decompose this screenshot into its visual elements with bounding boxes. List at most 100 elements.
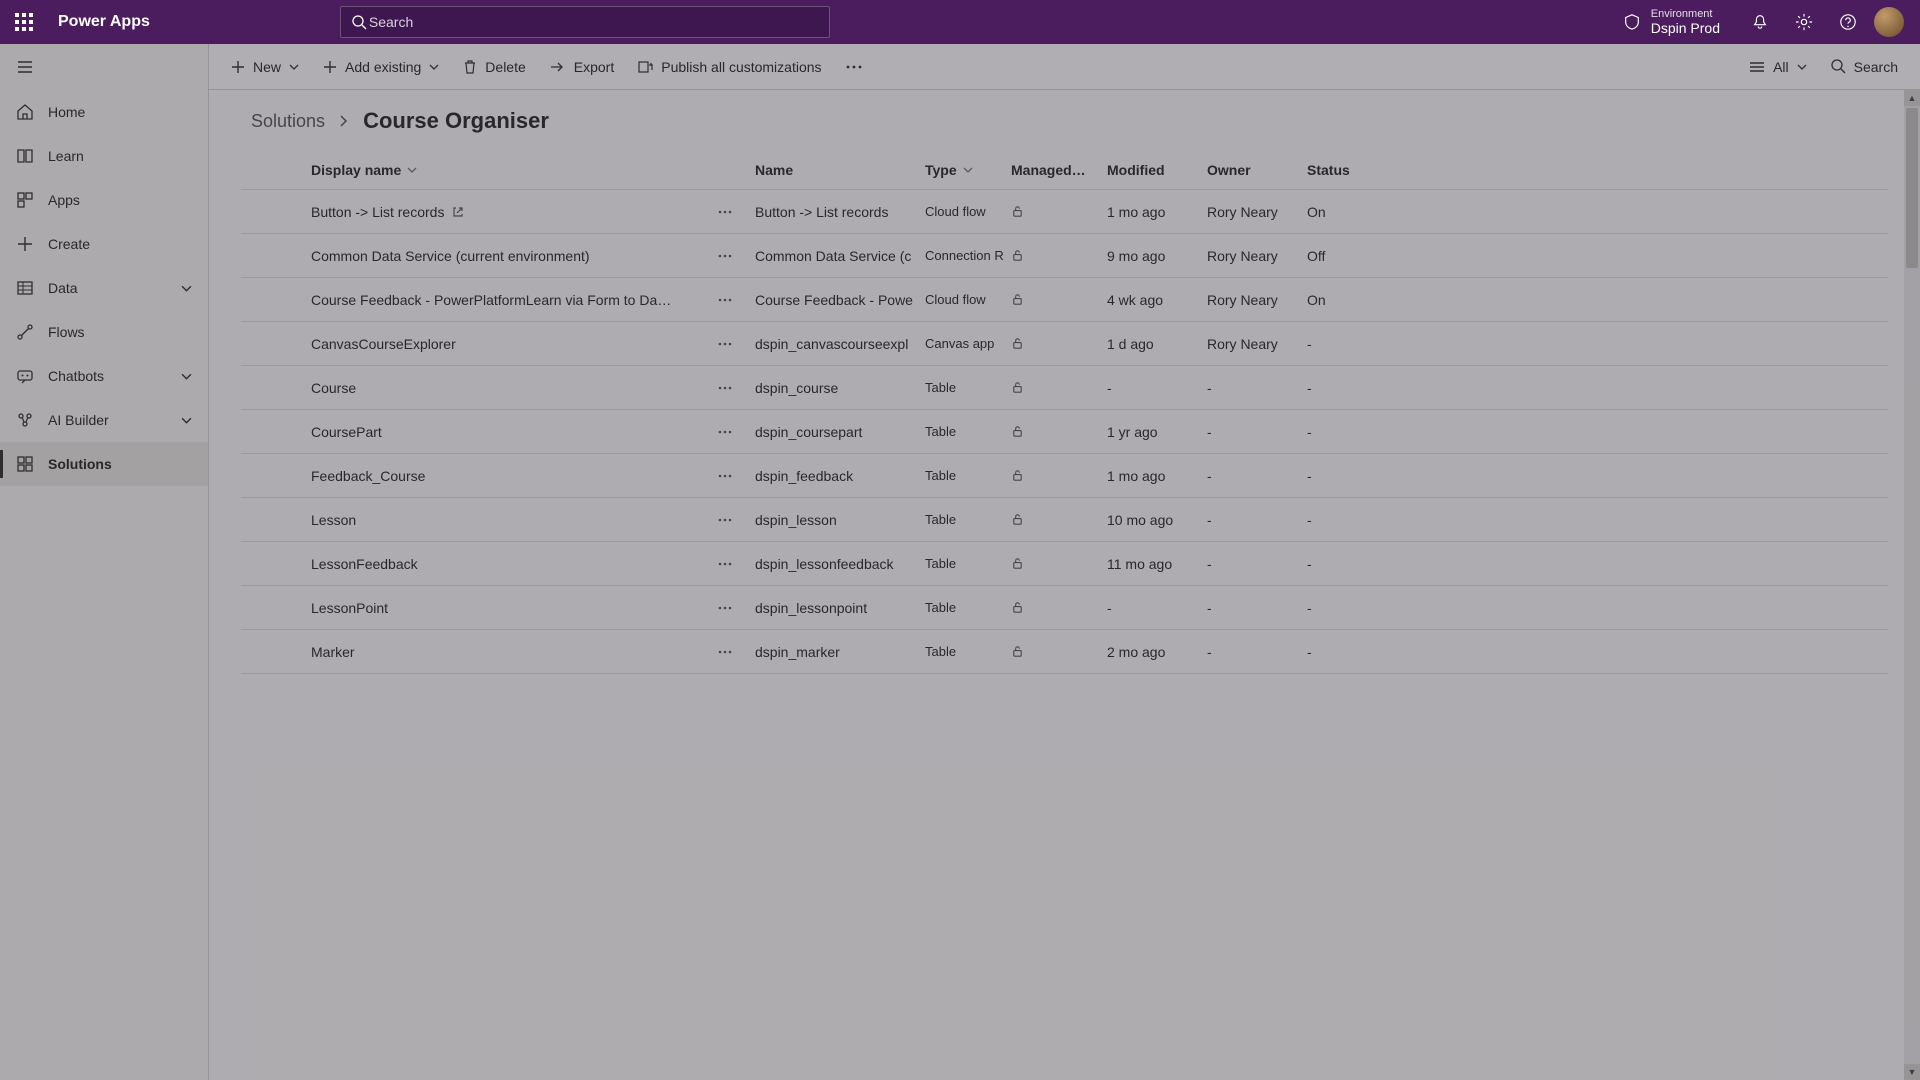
table-row[interactable]: Markerdspin_markerTable2 mo ago-- xyxy=(241,630,1888,674)
cell-name: Common Data Service (c xyxy=(747,248,917,264)
table-row[interactable]: Coursedspin_courseTable--- xyxy=(241,366,1888,410)
display-name-link[interactable]: CoursePart xyxy=(311,424,382,440)
scrollbar-up[interactable]: ▲ xyxy=(1904,90,1920,106)
help-icon xyxy=(1839,13,1857,31)
cell-managed xyxy=(1003,469,1099,482)
cell-modified: 9 mo ago xyxy=(1099,248,1199,264)
row-more-button[interactable] xyxy=(711,462,739,490)
scrollbar-down[interactable]: ▼ xyxy=(1904,1064,1920,1080)
cell-status: - xyxy=(1299,468,1389,484)
col-status[interactable]: Status xyxy=(1299,162,1389,178)
display-name-link[interactable]: Feedback_Course xyxy=(311,468,425,484)
cell-display-name: Marker xyxy=(303,638,747,666)
nav-item-chatbots[interactable]: Chatbots xyxy=(0,354,208,398)
cell-modified: - xyxy=(1099,380,1199,396)
nav-item-learn[interactable]: Learn xyxy=(0,134,208,178)
cell-owner: - xyxy=(1199,380,1299,396)
display-name-link[interactable]: LessonPoint xyxy=(311,600,388,616)
cmd-export[interactable]: Export xyxy=(540,49,624,85)
cmd-new[interactable]: New xyxy=(221,49,309,85)
cell-status: - xyxy=(1299,380,1389,396)
table-row[interactable]: Button -> List recordsButton -> List rec… xyxy=(241,190,1888,234)
col-owner-label: Owner xyxy=(1207,162,1251,178)
row-more-button[interactable] xyxy=(711,550,739,578)
help-button[interactable] xyxy=(1826,0,1870,44)
cell-status: On xyxy=(1299,204,1389,220)
row-more-button[interactable] xyxy=(711,286,739,314)
cmd-filter[interactable]: All xyxy=(1739,49,1817,85)
nav-item-apps[interactable]: Apps xyxy=(0,178,208,222)
display-name-link[interactable]: CanvasCourseExplorer xyxy=(311,336,456,352)
display-name-link[interactable]: Course Feedback - PowerPlatformLearn via… xyxy=(311,292,671,308)
global-search[interactable] xyxy=(340,6,830,38)
display-name-link[interactable]: LessonFeedback xyxy=(311,556,418,572)
breadcrumb-parent[interactable]: Solutions xyxy=(251,111,325,132)
scrollbar-thumb[interactable] xyxy=(1906,108,1918,268)
chevron-right-icon xyxy=(339,115,349,127)
global-search-input[interactable] xyxy=(367,13,819,31)
display-name-link[interactable]: Common Data Service (current environment… xyxy=(311,248,590,264)
cmd-add-existing[interactable]: Add existing xyxy=(313,49,449,85)
row-more-button[interactable] xyxy=(711,506,739,534)
row-more-button[interactable] xyxy=(711,594,739,622)
nav-item-data[interactable]: Data xyxy=(0,266,208,310)
nav-item-home[interactable]: Home xyxy=(0,90,208,134)
chevron-down-icon xyxy=(1797,62,1807,72)
table-row[interactable]: CoursePartdspin_coursepartTable1 yr ago-… xyxy=(241,410,1888,454)
chevron-down-icon xyxy=(289,62,299,72)
display-name-link[interactable]: Button -> List records xyxy=(311,204,444,220)
col-name-label: Name xyxy=(755,162,793,178)
content-pane: New Add existing Delete Export Publish a… xyxy=(209,44,1920,1080)
chevron-down-icon xyxy=(407,165,417,175)
row-more-button[interactable] xyxy=(711,242,739,270)
cell-name: dspin_lessonpoint xyxy=(747,600,917,616)
table-row[interactable]: LessonPointdspin_lessonpointTable--- xyxy=(241,586,1888,630)
table-row[interactable]: CanvasCourseExplorerdspin_canvascourseex… xyxy=(241,322,1888,366)
cell-name: dspin_feedback xyxy=(747,468,917,484)
display-name-link[interactable]: Lesson xyxy=(311,512,356,528)
cmd-delete[interactable]: Delete xyxy=(453,49,535,85)
cmd-publish[interactable]: Publish all customizations xyxy=(628,49,831,85)
table-row[interactable]: LessonFeedbackdspin_lessonfeedbackTable1… xyxy=(241,542,1888,586)
cmd-overflow[interactable] xyxy=(836,49,872,85)
scrollbar[interactable]: ▲ ▼ xyxy=(1904,90,1920,1080)
table-row[interactable]: Course Feedback - PowerPlatformLearn via… xyxy=(241,278,1888,322)
chatbots-icon xyxy=(16,367,34,385)
row-more-button[interactable] xyxy=(711,198,739,226)
open-external-icon[interactable] xyxy=(452,206,464,218)
cell-modified: 1 d ago xyxy=(1099,336,1199,352)
table-viewport[interactable]: Display name Name Type Managed… Modified… xyxy=(209,144,1920,1080)
col-name[interactable]: Name xyxy=(747,162,917,178)
nav-item-ai-builder[interactable]: AI Builder xyxy=(0,398,208,442)
table-row[interactable]: Common Data Service (current environment… xyxy=(241,234,1888,278)
col-type[interactable]: Type xyxy=(917,162,1003,178)
display-name-link[interactable]: Course xyxy=(311,380,356,396)
col-display-name[interactable]: Display name xyxy=(303,162,747,178)
cell-managed xyxy=(1003,425,1099,438)
col-owner[interactable]: Owner xyxy=(1199,162,1299,178)
nav-item-flows[interactable]: Flows xyxy=(0,310,208,354)
cell-owner: - xyxy=(1199,556,1299,572)
chevron-down-icon xyxy=(181,283,192,294)
table-row[interactable]: Lessondspin_lessonTable10 mo ago-- xyxy=(241,498,1888,542)
nav-item-solutions[interactable]: Solutions xyxy=(0,442,208,486)
display-name-link[interactable]: Marker xyxy=(311,644,355,660)
row-more-button[interactable] xyxy=(711,418,739,446)
row-more-button[interactable] xyxy=(711,374,739,402)
ellipsis-icon xyxy=(846,65,862,69)
row-more-button[interactable] xyxy=(711,330,739,358)
nav-collapse-button[interactable] xyxy=(0,44,208,90)
account-avatar[interactable] xyxy=(1874,7,1904,37)
environment-picker[interactable]: Environment Dspin Prod xyxy=(1613,4,1730,41)
cmd-search[interactable]: Search xyxy=(1821,49,1908,85)
app-launcher-button[interactable] xyxy=(8,6,40,38)
solution-table: Display name Name Type Managed… Modified… xyxy=(241,150,1888,674)
table-row[interactable]: Feedback_Coursedspin_feedbackTable1 mo a… xyxy=(241,454,1888,498)
row-more-button[interactable] xyxy=(711,638,739,666)
cell-owner: Rory Neary xyxy=(1199,248,1299,264)
nav-item-create[interactable]: Create xyxy=(0,222,208,266)
notifications-button[interactable] xyxy=(1738,0,1782,44)
settings-button[interactable] xyxy=(1782,0,1826,44)
col-modified[interactable]: Modified xyxy=(1099,162,1199,178)
col-managed[interactable]: Managed… xyxy=(1003,162,1099,178)
